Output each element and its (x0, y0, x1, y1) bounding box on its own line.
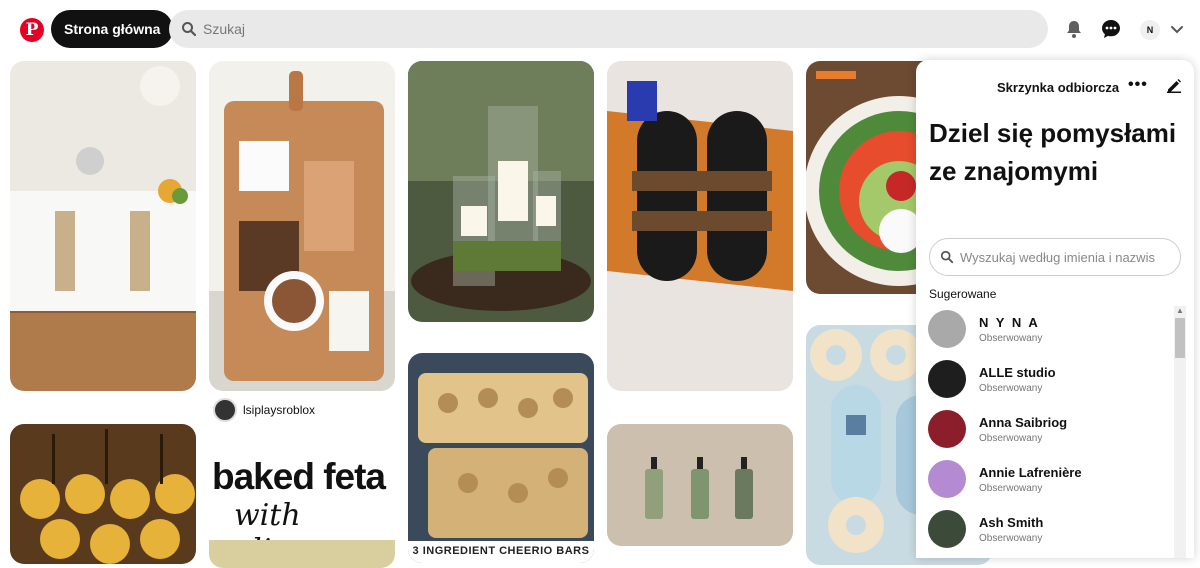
search-icon (940, 250, 954, 264)
pin-baked-feta[interactable]: baked feta with olives (209, 448, 395, 568)
pin-image (10, 424, 196, 564)
user-avatar (928, 510, 966, 548)
suggested-label: Sugerowane (929, 287, 997, 301)
scrollbar-thumb[interactable] (1175, 318, 1185, 358)
contact-search-input[interactable] (960, 249, 1175, 265)
user-name: Annie Lafrenière (979, 464, 1082, 480)
pin-soap-bottles[interactable] (607, 424, 793, 546)
suggested-user[interactable]: Anna Saibriog Obserwowany (928, 407, 1168, 451)
messages-icon[interactable] (1100, 18, 1122, 40)
user-avatar (928, 460, 966, 498)
pin-image (209, 61, 395, 391)
chevron-down-icon[interactable] (1170, 22, 1184, 41)
profile-avatar[interactable]: N (1140, 20, 1160, 40)
pin-image (408, 61, 594, 322)
pin-image-strip (209, 540, 395, 568)
pin-caption: 3 INGREDIENT CHEERIO BARS (408, 541, 594, 563)
user-avatar (928, 410, 966, 448)
pin-image (607, 424, 793, 546)
search-input[interactable] (203, 21, 983, 37)
user-avatar (928, 310, 966, 348)
more-options-icon[interactable]: ••• (1128, 76, 1148, 94)
owner-name: lsiplaysroblox (243, 403, 316, 417)
contact-search-bar[interactable] (929, 238, 1181, 276)
home-button[interactable]: Strona główna (51, 10, 174, 48)
user-status: Obserwowany (979, 432, 1043, 444)
pin-candle-jars[interactable] (408, 61, 594, 322)
search-icon (182, 22, 197, 37)
search-bar[interactable] (169, 10, 1048, 48)
pin-title-line1: baked feta (212, 456, 386, 497)
top-navigation-bar: P Strona główna N (0, 0, 1200, 60)
pin-cheerio-bars[interactable]: 3 INGREDIENT CHEERIO BARS (408, 353, 594, 563)
compose-pencil-icon[interactable] (1166, 77, 1182, 98)
scroll-up-arrow-icon[interactable]: ▲ (1176, 306, 1184, 315)
user-avatar (928, 360, 966, 398)
pinterest-logo[interactable]: P (20, 18, 44, 42)
suggested-user[interactable]: Annie Lafrenière Obserwowany (928, 457, 1168, 501)
user-status: Obserwowany (979, 382, 1043, 394)
user-status: Obserwowany (979, 482, 1043, 494)
user-name: N Y N A (979, 314, 1040, 330)
pin-image (408, 353, 594, 563)
pin-smores-board[interactable] (209, 61, 395, 391)
pin-owner[interactable]: lsiplaysroblox (213, 398, 315, 422)
pin-pineapple-bites[interactable] (10, 424, 196, 564)
panel-title: Skrzynka odbiorcza (997, 80, 1120, 95)
user-status: Obserwowany (979, 332, 1043, 344)
pin-image (10, 61, 196, 391)
inbox-panel: Skrzynka odbiorcza ••• Dziel się pomysła… (916, 60, 1194, 558)
suggested-user[interactable]: Ash Smith Obserwowany (928, 507, 1168, 551)
panel-heading: Dziel się pomysłami ze znajomymi (929, 118, 1177, 186)
suggestions-scrollbar[interactable]: ▲ (1174, 306, 1186, 558)
pin-lv-sandals[interactable] (607, 61, 793, 391)
owner-avatar (213, 398, 237, 422)
pin-image (607, 61, 793, 391)
user-status: Obserwowany (979, 532, 1043, 544)
user-name: ALLE studio (979, 364, 1056, 380)
user-name: Ash Smith (979, 514, 1044, 530)
pin-wedding-table[interactable] (10, 61, 196, 391)
user-name: Anna Saibriog (979, 414, 1068, 430)
suggested-user[interactable]: N Y N A Obserwowany (928, 307, 1168, 351)
notifications-bell-icon[interactable] (1063, 18, 1085, 40)
suggested-user[interactable]: ALLE studio Obserwowany (928, 357, 1168, 401)
